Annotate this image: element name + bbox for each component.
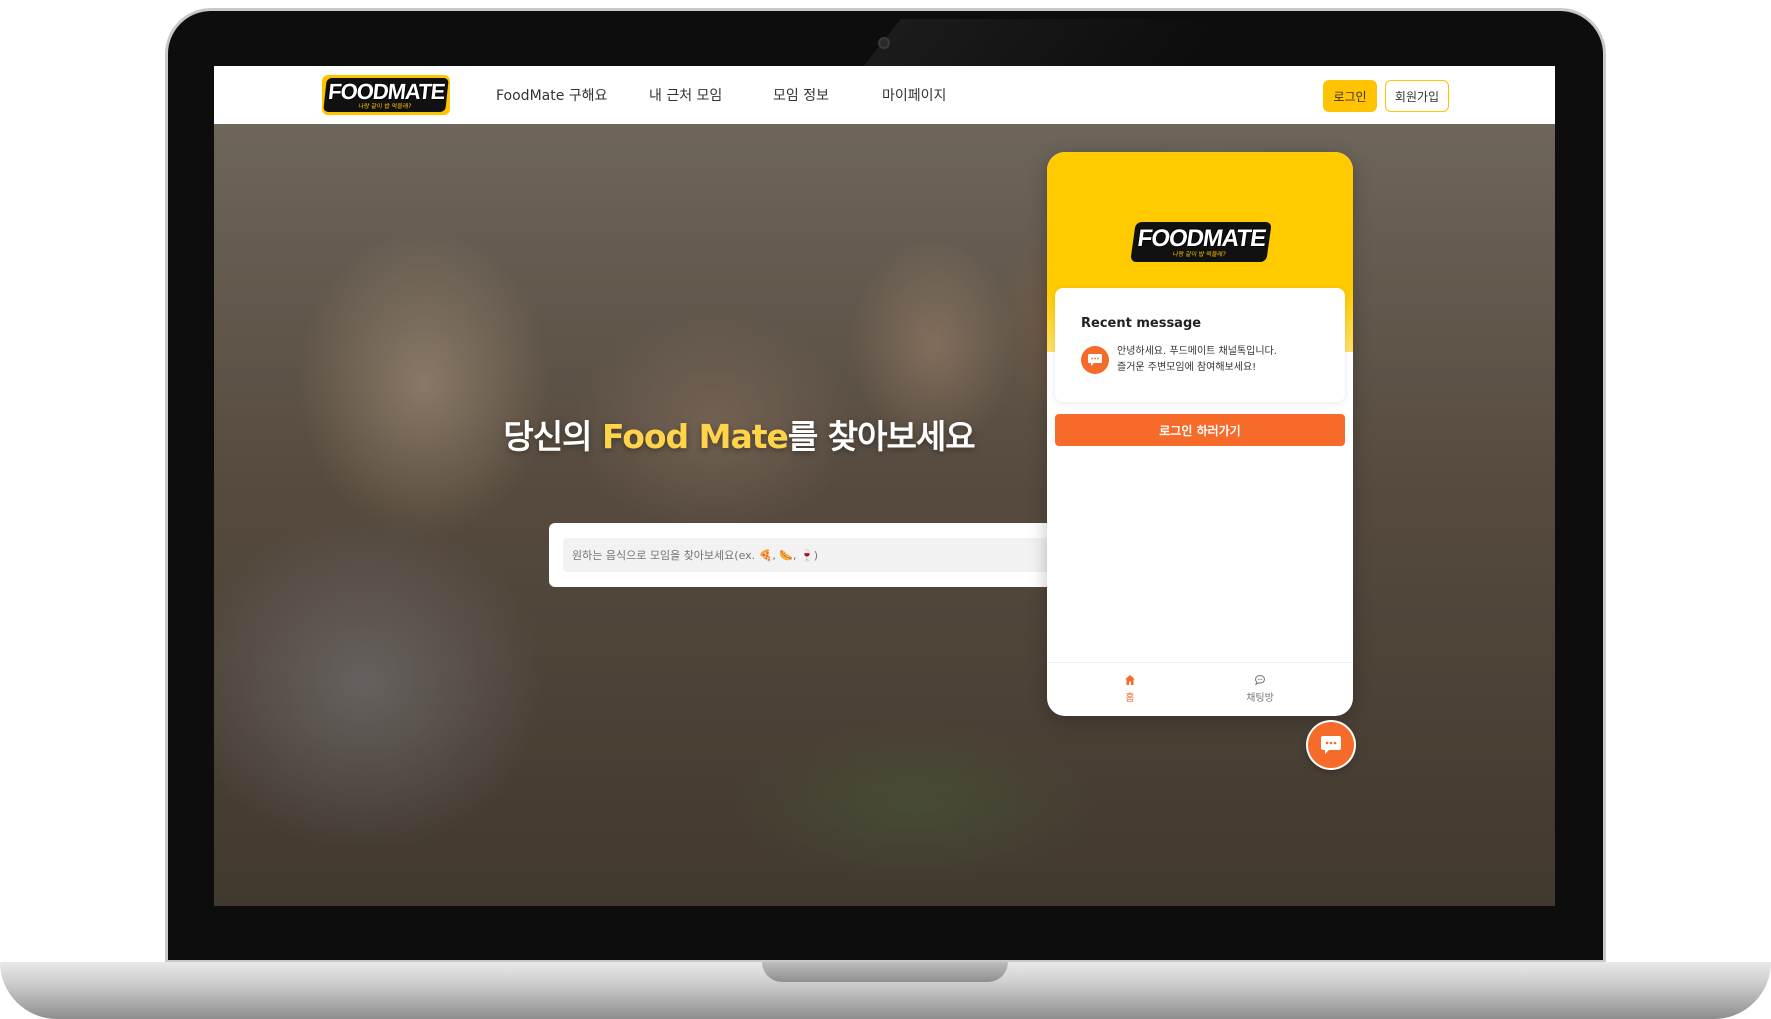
recent-message-title: Recent message — [1081, 316, 1202, 331]
nav-item-find-foodmate[interactable]: FoodMate 구해요 — [496, 85, 607, 105]
home-icon — [1124, 673, 1136, 687]
chat-widget-panel: FOODMATE 나랑 같이 밥 먹을래? Recent message 안녕하… — [1047, 152, 1353, 716]
chat-tab-home[interactable]: 홈 — [1090, 673, 1170, 704]
logo-text: FOODMATE — [326, 78, 446, 104]
hero-title-prefix: 당신의 — [503, 417, 602, 456]
chat-launcher-icon — [1321, 736, 1341, 754]
browser-viewport: FOODMATE 나랑 같이 밥 먹을래? FoodMate 구해요 내 근처 … — [214, 66, 1555, 906]
recent-message-line-2: 즐거운 주변모임에 참여해보세요! — [1117, 362, 1257, 373]
site-logo[interactable]: FOODMATE 나랑 같이 밥 먹을래? — [322, 75, 450, 115]
signup-button[interactable]: 회원가입 — [1385, 80, 1449, 112]
nav-item-mypage[interactable]: 마이페이지 — [882, 85, 946, 105]
nav-item-meetup-info[interactable]: 모임 정보 — [773, 85, 829, 105]
search-input[interactable] — [563, 538, 1123, 572]
nav-item-nearby-meetups[interactable]: 내 근처 모임 — [649, 85, 722, 105]
chat-tab-chatroom-label: 채팅방 — [1246, 693, 1274, 704]
chat-bubble-icon — [1254, 673, 1266, 687]
webcam-icon — [878, 37, 890, 49]
hero-section: 당신의 Food Mate를 찾아보세요 — [214, 124, 1555, 906]
chat-login-button[interactable]: 로그인 하러가기 — [1055, 414, 1345, 446]
recent-message-card[interactable]: Recent message 안녕하세요. 푸드메이트 채널톡입니다. 즐거운 … — [1055, 288, 1345, 402]
chat-tab-home-label: 홈 — [1125, 693, 1135, 704]
chat-avatar-icon — [1081, 346, 1109, 374]
laptop-hinge-notch — [762, 962, 1008, 982]
recent-message-text: 안녕하세요. 푸드메이트 채널톡입니다. 즐거운 주변모임에 참여해보세요! — [1117, 344, 1277, 376]
chat-tab-bar: 홈 채팅방 — [1047, 662, 1353, 716]
login-button[interactable]: 로그인 — [1323, 80, 1377, 112]
hero-title-highlight: Food Mate — [601, 417, 789, 456]
logo-tagline: 나랑 같이 밥 먹을래? — [357, 102, 412, 110]
chat-logo-text: FOODMATE — [1135, 224, 1268, 252]
site-header: FOODMATE 나랑 같이 밥 먹을래? FoodMate 구해요 내 근처 … — [214, 66, 1555, 124]
hero-title-suffix: 를 찾아보세요 — [787, 417, 976, 456]
chat-logo-tagline: 나랑 같이 밥 먹을래? — [1172, 250, 1227, 258]
hero-background-photo — [214, 124, 1555, 906]
chat-launcher-button[interactable] — [1308, 722, 1354, 768]
chat-tab-chatroom[interactable]: 채팅방 — [1220, 673, 1300, 704]
chat-logo: FOODMATE 나랑 같이 밥 먹을래? — [1130, 222, 1272, 262]
recent-message-line-1: 안녕하세요. 푸드메이트 채널톡입니다. — [1117, 346, 1277, 357]
